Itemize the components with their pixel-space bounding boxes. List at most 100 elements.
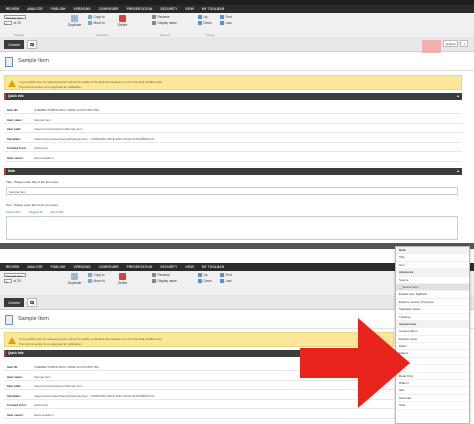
red-arrow-annotation — [300, 318, 410, 408]
ribbon-tab[interactable]: ANALYZE — [27, 7, 42, 11]
info-row: Item name: Sample Item — [4, 115, 462, 124]
ribbon-tab[interactable]: VERSIONS — [73, 7, 90, 11]
title-field[interactable]: Sample Item — [6, 187, 458, 195]
ribbon-tab[interactable]: PRESENTATION — [127, 265, 153, 269]
text-field-label: Text - Please enter title of the item he… — [6, 203, 59, 207]
ribbon-tab[interactable]: CONFIGURE — [99, 7, 119, 11]
page-field-2[interactable]: 1 — [4, 278, 12, 284]
ribbon-tab[interactable]: VIEW — [185, 7, 194, 11]
warning-line-2-2: The current version is not approved for … — [19, 341, 82, 346]
info-key: Template: — [7, 136, 21, 141]
ribbon-tab[interactable]: VIEW — [185, 265, 194, 269]
copy-to-button-2[interactable]: Copy to — [88, 273, 105, 277]
info-value: [unknown] — [34, 403, 48, 407]
operations-group-2: Copy to Move to — [88, 273, 105, 283]
navigate-group-2: Sample Item 1 of 25 — [4, 273, 26, 284]
rich-text-link[interactable]: Show editor — [6, 210, 21, 214]
last-button[interactable]: Last — [220, 20, 232, 25]
page-of-label: of 25 — [13, 20, 21, 25]
text-field[interactable] — [6, 216, 458, 240]
rename-group: Rename Display name — [152, 15, 177, 25]
rich-text-links: Show editor Suggest fix Edit HTML — [6, 210, 64, 214]
copy-to-button[interactable]: Copy to — [88, 15, 105, 19]
ribbon-tab[interactable]: ANALYZE — [27, 265, 42, 269]
down-button[interactable]: Down — [198, 20, 212, 25]
rich-text-link[interactable]: Edit HTML — [51, 210, 64, 214]
language-selector[interactable]: English — [443, 40, 459, 47]
ribbon-tab[interactable]: SECURITY — [160, 265, 177, 269]
rename-button[interactable]: Rename — [152, 15, 177, 19]
rich-text-link[interactable]: Suggest fix — [29, 210, 43, 214]
ribbon-tab[interactable]: CONFIGURE — [99, 265, 119, 269]
arrow-shape — [300, 318, 410, 408]
navigate-group: Sample Item 1 of 25 — [4, 15, 26, 26]
data-section-header[interactable]: Data — [4, 168, 462, 175]
display-name-button-2[interactable]: Display name — [152, 278, 177, 283]
dropdown-option[interactable]: Source — [396, 277, 469, 284]
ribbon-tab[interactable]: PUBLISH — [51, 7, 66, 11]
move-to-label-2: Move to — [93, 278, 105, 283]
info-value: Sample Item — [34, 374, 51, 379]
dropdown-option[interactable]: Title — [396, 254, 469, 262]
info-value: sitecore\admin — [34, 155, 54, 160]
dropdown-option[interactable]: Enable Item Fallback — [396, 291, 469, 299]
ribbon-tab[interactable]: SECURITY — [160, 7, 177, 11]
move-to-button[interactable]: Move to — [88, 20, 105, 25]
search-button[interactable] — [27, 40, 37, 49]
rename-group-2: Rename Display name — [152, 273, 177, 283]
ribbon-tab[interactable]: MY TOOLBAR — [202, 7, 224, 11]
info-value: {F0E8BE75-8B58-4DFC-A5DB-2AC5AC5FF762} — [34, 108, 100, 112]
display-name-icon — [152, 20, 156, 25]
duplicate-label-2: Duplicate — [68, 281, 82, 285]
dropdown-option[interactable]: __Source Item — [396, 283, 469, 292]
duplicate-button[interactable]: Duplicate — [68, 15, 81, 27]
workflow-warning: If you publish now, the selected version… — [4, 75, 462, 90]
duplicate-icon — [71, 273, 79, 280]
item-search-field[interactable]: Sample Item — [4, 15, 26, 20]
down-button-2[interactable]: Down — [198, 278, 212, 283]
content-tab-button[interactable]: Content — [4, 40, 24, 49]
ribbon-tab[interactable]: MY TOOLBAR — [202, 265, 224, 269]
dropdown-option[interactable]: Text — [396, 262, 469, 270]
version-selector[interactable]: 1 — [460, 40, 468, 47]
dropdown-option[interactable]: Enforce Version Presence — [396, 299, 469, 307]
ribbon-tab[interactable]: VERSIONS — [73, 265, 90, 269]
up-label-2: Up — [203, 273, 208, 277]
first-button-2[interactable]: First — [220, 273, 232, 277]
info-value: {F0E8BE75-8B58-4DFC-A5DB-2AC5AC5FF762} — [34, 365, 100, 369]
info-value: Sample Item — [34, 117, 51, 122]
display-name-button[interactable]: Display name — [152, 20, 177, 25]
page-field[interactable]: 1 — [4, 20, 12, 26]
info-value: sitecore\admin — [34, 412, 54, 417]
up-button-2[interactable]: Up — [198, 273, 212, 277]
duplicate-button-2[interactable]: Duplicate — [68, 273, 81, 285]
highlighted-button[interactable] — [422, 40, 442, 54]
rename-button-2[interactable]: Rename — [152, 273, 177, 277]
up-button[interactable]: Up — [198, 15, 212, 19]
search-icon — [30, 300, 34, 305]
first-button[interactable]: First — [220, 15, 232, 19]
dropdown-option[interactable]: Data — [396, 247, 469, 255]
content-tab-button-2[interactable]: Content — [4, 298, 24, 307]
info-key: Item path: — [7, 384, 22, 388]
ribbon-tab[interactable]: PRESENTATION — [127, 7, 153, 11]
copy-to-label: Copy to — [93, 15, 105, 19]
delete-button-2[interactable]: Delete — [118, 273, 127, 285]
move-icon — [88, 20, 92, 25]
operations-group: Copy to Move to — [88, 15, 105, 25]
dropdown-option[interactable]: Standard values — [396, 306, 469, 314]
last-label: Last — [225, 20, 232, 25]
collapse-icon — [457, 170, 459, 173]
last-button-2[interactable]: Last — [220, 278, 232, 283]
item-search-field-2[interactable]: Sample Item — [4, 273, 26, 278]
quickinfo-section-header[interactable]: Quick Info — [4, 93, 462, 100]
ribbon-tab[interactable]: REVIEW — [6, 265, 19, 269]
first-icon — [220, 273, 224, 277]
ribbon-tab[interactable]: REVIEW — [6, 7, 19, 11]
ribbon-tab[interactable]: PUBLISH — [51, 265, 66, 269]
delete-button[interactable]: Delete — [118, 15, 127, 27]
move-to-button-2[interactable]: Move to — [88, 278, 105, 283]
dropdown-option[interactable]: Advanced — [396, 269, 469, 277]
search-button-2[interactable] — [27, 298, 37, 307]
pager: 1 of 25 — [4, 20, 26, 26]
